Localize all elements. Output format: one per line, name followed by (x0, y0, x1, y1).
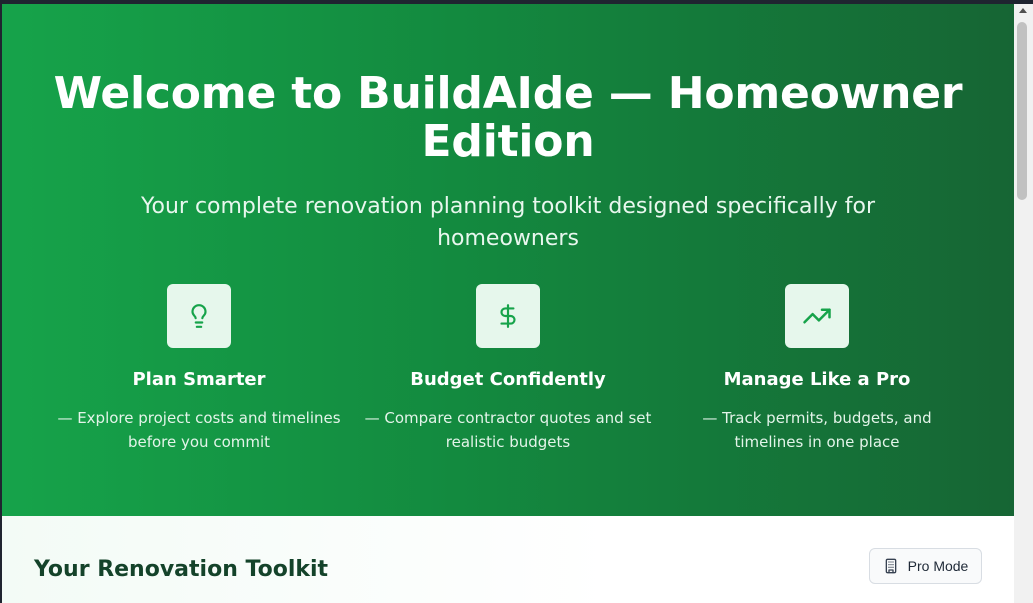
trending-up-icon (785, 284, 849, 348)
feature-description: — Track permits, budgets, and timelines … (702, 409, 932, 451)
feature-description: — Explore project costs and timelines be… (57, 409, 341, 451)
vertical-scrollbar[interactable] (1014, 4, 1033, 603)
toolkit-header-section: Your Renovation Toolkit Pro Mode (2, 516, 1014, 603)
toolkit-title: Your Renovation Toolkit (34, 557, 329, 582)
lightbulb-icon (167, 284, 231, 348)
feature-budget-confidently: Budget Confidently — Compare contractor … (358, 284, 658, 454)
hero-subtitle: Your complete renovation planning toolki… (140, 194, 875, 251)
dollar-sign-icon (476, 284, 540, 348)
building-icon (883, 558, 899, 574)
hero-title: Welcome to BuildAIde — Homeowner Edition (53, 68, 963, 167)
feature-title: Manage Like a Pro (723, 369, 911, 390)
hero-section: Welcome to BuildAIde — Homeowner Edition… (2, 4, 1014, 516)
scroll-up-arrow-icon[interactable] (1019, 8, 1027, 13)
pro-mode-button[interactable]: Pro Mode (869, 548, 982, 584)
page-viewport: Welcome to BuildAIde — Homeowner Edition… (2, 4, 1014, 603)
feature-plan-smarter: Plan Smarter — Explore project costs and… (49, 284, 349, 454)
feature-title: Plan Smarter (132, 369, 266, 390)
feature-manage-like-a-pro: Manage Like a Pro — Track permits, budge… (667, 284, 967, 454)
feature-description: — Compare contractor quotes and set real… (364, 409, 652, 451)
feature-title: Budget Confidently (410, 369, 606, 390)
scrollbar-thumb[interactable] (1017, 22, 1027, 200)
pro-mode-label: Pro Mode (907, 558, 969, 574)
